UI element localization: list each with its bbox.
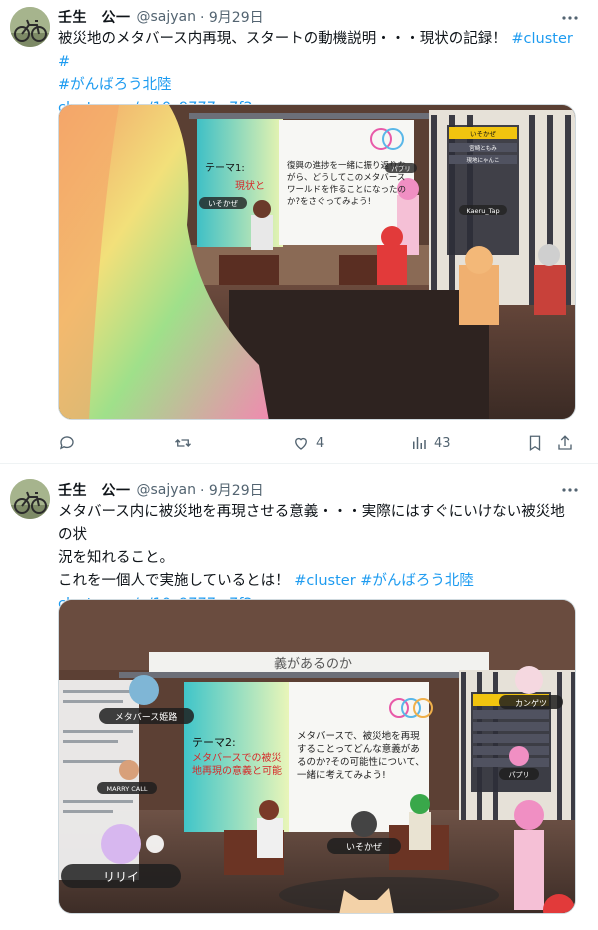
name-tag-kangetsu: カンゲツ [515,698,547,708]
heart-icon [295,437,307,450]
name-tag-papuri: パプリ [509,771,530,779]
tweet-text-line2: 況を知れること。 [58,550,174,566]
bookmark-icon [529,435,541,452]
list-item-1: 宮崎ともみ [469,144,497,152]
name-tag-riri: リリイ [103,870,139,884]
tweet-text-line1: メタバース内に被災地を再現させる意義・・・実際にはすぐにいけない被災地の状 [58,504,565,543]
tweet-image[interactable]: 義があるのか テーマ2: メタバースでの被災地再現の意義と可能 メタバースで、被… [58,599,576,914]
tweet-text-body: 被災地のメタバース内再現、スタートの動機説明・・・現状の記録！ [58,31,512,47]
author-handle[interactable]: @sajyan [137,482,197,498]
avatar[interactable] [10,479,50,519]
like-count: 4 [316,435,325,451]
tweet-2[interactable]: 壬生 公一 @sajyan · 9月29日 メタバース内に被災地を再現させる意義… [0,470,598,930]
list-item-2: 現地にゃんこ [466,156,499,164]
tweet-date[interactable]: · 9月29日 [200,7,264,27]
bookmark-button[interactable] [526,432,544,454]
author-handle[interactable]: @sajyan [137,9,197,25]
name-tag-isokaze: いそかぜ [208,199,238,208]
tweet-text-line3: これを一個人で実施しているとは！ [58,573,295,589]
tweet-divider [0,463,598,464]
hashtag-cluster[interactable]: #cluster [511,31,572,47]
reply-icon [59,436,74,450]
more-icon[interactable] [560,480,580,500]
list-header: いそかぜ [470,130,497,138]
tweet-date[interactable]: · 9月29日 [200,480,264,500]
avatar[interactable] [10,7,50,47]
name-tag-isokaze: いそかぜ [346,842,382,853]
board-text: メタバースで、被災地を再現することってどんな意義があるのか?その可能性について、… [297,731,425,781]
reply-button[interactable] [58,432,76,454]
hashtag-hokuriku[interactable]: #がんばろう北陸 [58,74,578,97]
panel-title-red: 現状と [235,179,265,192]
views-button[interactable]: 43 [410,432,451,454]
like-button[interactable]: 4 [292,432,324,454]
repost-icon [175,439,191,447]
name-tag-hime: メタバース姫路 [115,711,178,723]
banner-text: 義があるのか [274,656,352,672]
hashtag-hokuriku[interactable]: #がんばろう北陸 [360,573,474,589]
tweet-1[interactable]: 壬生 公一 @sajyan · 9月29日 被災地のメタバース内再現、スタートの… [0,0,598,462]
panel-title: テーマ2: [192,736,236,749]
more-icon[interactable] [560,8,580,28]
author-name[interactable]: 壬生 公一 [58,7,131,27]
views-icon [413,437,426,449]
share-icon [558,435,572,450]
panel-red-text: メタバースでの被災地再現の意義と可能 [192,753,282,777]
panel-title: テーマ1: [205,163,245,174]
action-bar: 4 43 [58,432,576,454]
hashtag-cluster[interactable]: #cluster [294,573,355,589]
tweet-image[interactable]: テーマ1: 現状と 復興の進捗を一緒に振り返りながら、どうしてこのメタバースワー… [58,104,576,420]
repost-button[interactable] [174,432,192,454]
name-tag-papuri: パプリ [391,165,411,173]
view-count: 43 [434,435,451,451]
tweet-header: 壬生 公一 @sajyan · 9月29日 [58,479,264,501]
name-tag-kaeru: Kaeru_Tap [466,207,499,215]
name-tag-marry: MARRY CALL [107,785,148,793]
tweet-header: 壬生 公一 @sajyan · 9月29日 [58,6,264,28]
hashtag-hokuriku-prefix[interactable]: # [58,54,70,70]
author-name[interactable]: 壬生 公一 [58,480,131,500]
share-button[interactable] [556,432,574,454]
